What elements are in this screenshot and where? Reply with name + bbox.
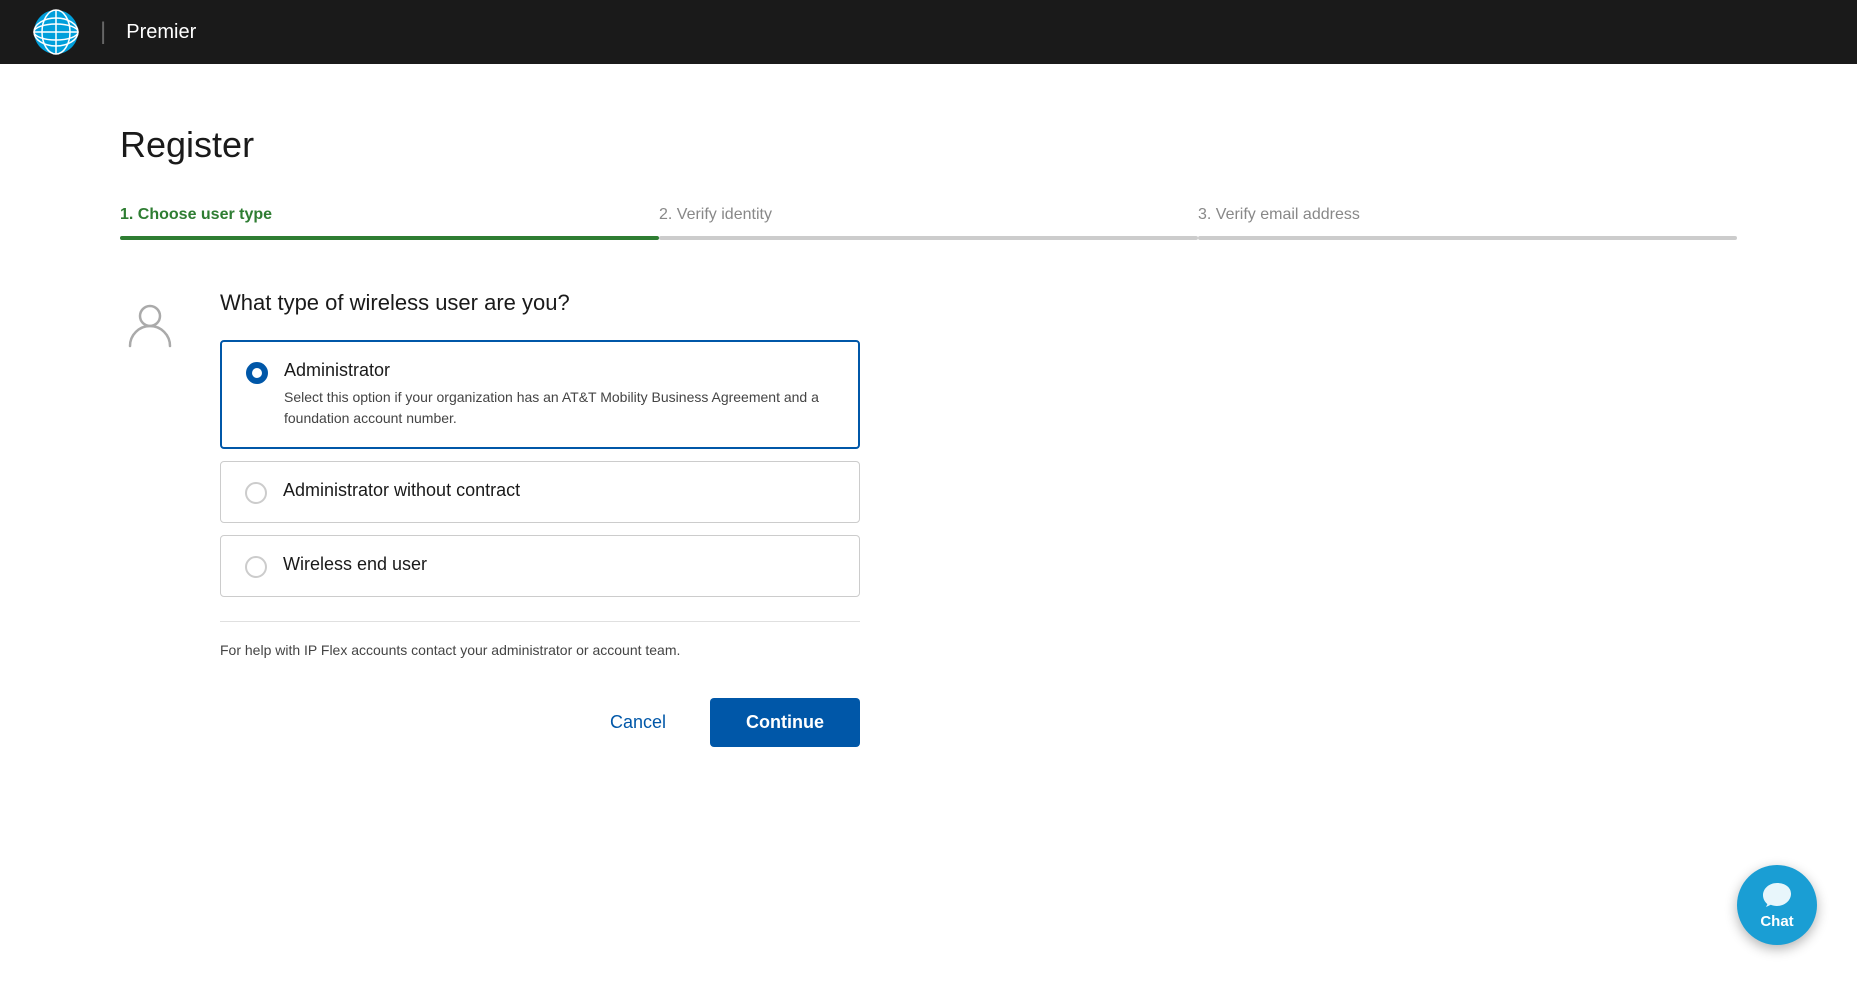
option-admin-no-contract-content: Administrator without contract — [283, 480, 835, 501]
form-section: What type of wireless user are you? Admi… — [120, 290, 1020, 747]
step-2-bar — [659, 236, 1198, 240]
radio-administrator[interactable] — [246, 362, 268, 384]
button-row: Cancel Continue — [220, 698, 860, 747]
user-type-icon — [124, 298, 176, 350]
chat-button[interactable]: Chat — [1737, 865, 1817, 945]
step-2-label: 2. Verify identity — [659, 206, 1198, 228]
step-1: 1. Choose user type — [120, 206, 659, 240]
step-3-label: 3. Verify email address — [1198, 206, 1737, 228]
chat-button-label: Chat — [1760, 913, 1793, 930]
radio-wireless-end-user[interactable] — [245, 556, 267, 578]
header-divider: | — [100, 18, 106, 46]
step-1-label: 1. Choose user type — [120, 206, 659, 228]
cancel-button[interactable]: Cancel — [590, 700, 686, 745]
step-3: 3. Verify email address — [1198, 206, 1737, 240]
page-title: Register — [120, 124, 1737, 166]
user-icon-container — [120, 290, 180, 747]
header: | Premier — [0, 0, 1857, 64]
option-admin-no-contract-label: Administrator without contract — [283, 480, 835, 501]
step-2: 2. Verify identity — [659, 206, 1198, 240]
radio-admin-no-contract[interactable] — [245, 482, 267, 504]
option-admin-no-contract[interactable]: Administrator without contract — [220, 461, 860, 523]
header-title: Premier — [126, 21, 196, 44]
chat-icon — [1761, 881, 1793, 909]
option-administrator-content: Administrator Select this option if your… — [284, 360, 834, 429]
option-wireless-end-user[interactable]: Wireless end user — [220, 535, 860, 597]
form-right: What type of wireless user are you? Admi… — [220, 290, 1020, 747]
step-1-bar — [120, 236, 659, 240]
option-administrator-label: Administrator — [284, 360, 834, 381]
option-administrator-description: Select this option if your organization … — [284, 387, 834, 429]
option-administrator[interactable]: Administrator Select this option if your… — [220, 340, 860, 449]
option-wireless-end-user-label: Wireless end user — [283, 554, 835, 575]
help-text: For help with IP Flex accounts contact y… — [220, 621, 860, 658]
main-content: Register 1. Choose user type 2. Verify i… — [0, 64, 1857, 1005]
steps-progress: 1. Choose user type 2. Verify identity 3… — [120, 206, 1737, 240]
form-question: What type of wireless user are you? — [220, 290, 1020, 316]
option-wireless-end-user-content: Wireless end user — [283, 554, 835, 575]
continue-button[interactable]: Continue — [710, 698, 860, 747]
step-3-bar — [1198, 236, 1737, 240]
att-logo-icon — [32, 8, 80, 56]
